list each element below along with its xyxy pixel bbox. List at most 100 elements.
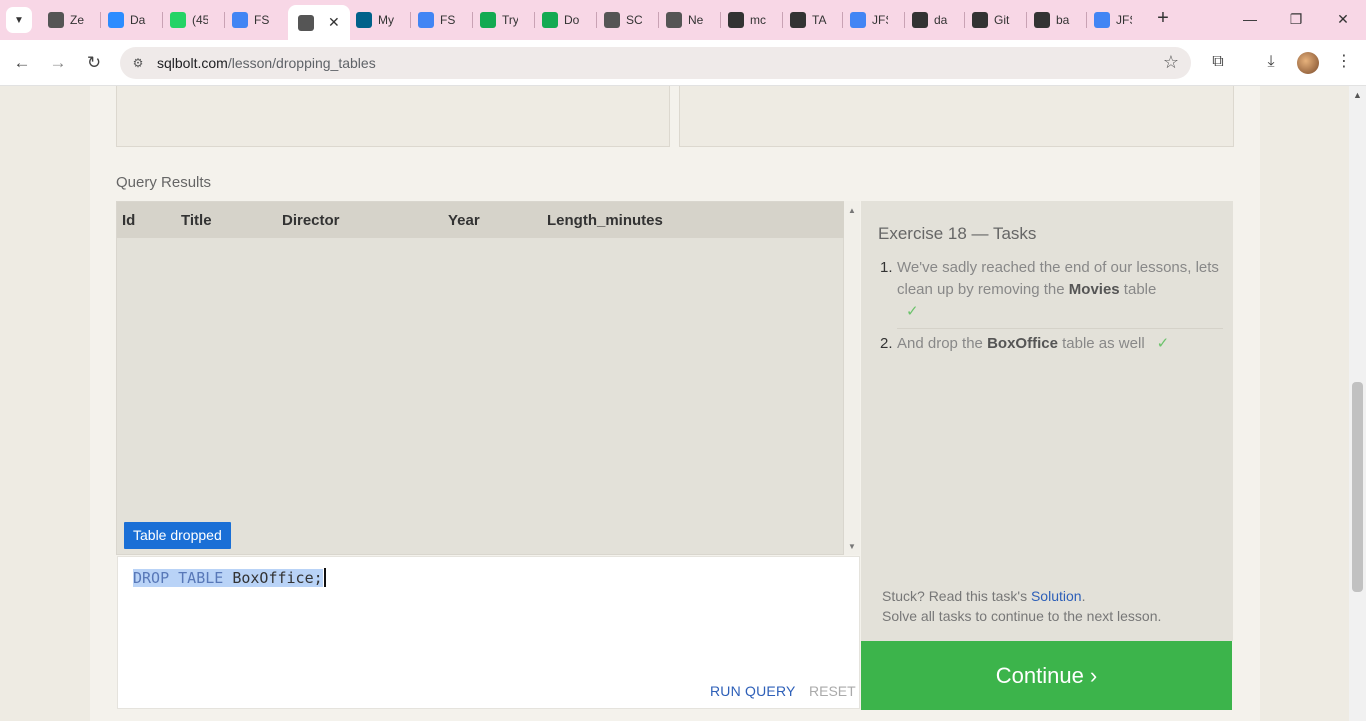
address-bar[interactable]: ⚙ sqlbolt.com/lesson/dropping_tables ☆: [120, 47, 1191, 79]
browser-tab[interactable]: (45: [170, 8, 208, 32]
downloads-button[interactable]: ⤓: [1259, 50, 1283, 74]
results-scrollbar[interactable]: ▲ ▼: [844, 201, 860, 555]
arrow-right-icon: →: [49, 53, 67, 72]
browser-tab[interactable]: FSI: [232, 8, 270, 32]
zoom-icon: [108, 12, 124, 28]
task-text: We've sadly reached the end of our lesso…: [897, 257, 1224, 323]
tab-title: FSI: [440, 13, 456, 27]
browser-tab[interactable]: mc: [728, 8, 766, 32]
url-domain: sqlbolt.com: [157, 55, 228, 71]
restore-button[interactable]: ❐: [1285, 8, 1307, 30]
tab-title: FSI: [254, 13, 270, 27]
whatsapp-icon: [170, 12, 186, 28]
restore-icon: ❐: [1289, 11, 1303, 27]
task-text-pre: We've sadly reached the end of our lesso…: [897, 259, 1219, 298]
browser-tab[interactable]: da: [912, 8, 950, 32]
site-info-icon[interactable]: ⚙: [130, 55, 146, 71]
run-query-button[interactable]: RUN QUERY: [710, 683, 796, 699]
arrow-left-icon: ←: [13, 53, 31, 72]
task-number: 1.: [880, 259, 893, 276]
tab-separator: [1086, 12, 1087, 28]
new-tab-button[interactable]: +: [1152, 8, 1174, 30]
back-button[interactable]: ←: [10, 51, 34, 75]
browser-toolbar: ← → ↻ ⚙ sqlbolt.com/lesson/dropping_tabl…: [0, 40, 1366, 86]
mysql-icon: [356, 12, 372, 28]
profile-avatar[interactable]: [1297, 52, 1319, 74]
tab-title: (45: [192, 13, 208, 27]
scroll-down-icon[interactable]: ▼: [848, 542, 856, 551]
checkmark-icon: ✓: [1156, 335, 1170, 352]
results-table: Id Title Director Year Length_minutes: [116, 201, 844, 555]
browser-tab[interactable]: ✕: [288, 5, 350, 40]
page-scrollbar-thumb[interactable]: [1352, 382, 1363, 592]
mongodb-icon: [542, 12, 558, 28]
close-window-button[interactable]: ✕: [1332, 8, 1354, 30]
minimize-button[interactable]: —: [1239, 8, 1261, 30]
scroll-up-icon[interactable]: ▲: [848, 206, 856, 215]
chevron-down-icon: ▼: [14, 14, 24, 26]
github-icon: [1034, 12, 1050, 28]
reset-button[interactable]: RESET: [809, 683, 856, 699]
menu-button[interactable]: ⋮: [1332, 50, 1356, 74]
docs-icon: [232, 12, 248, 28]
task-text-post: table as well: [1057, 335, 1145, 352]
table-panel-left: [116, 86, 670, 147]
browser-tab[interactable]: SC: [604, 8, 642, 32]
browser-tab[interactable]: Git: [972, 8, 1010, 32]
continue-button[interactable]: Continue ›: [861, 641, 1232, 710]
tab-separator: [842, 12, 843, 28]
docs-icon: [850, 12, 866, 28]
tab-title: Da: [130, 13, 146, 27]
tab-title: Git: [994, 13, 1010, 27]
sql-code[interactable]: DROP TABLE BoxOffice;: [133, 568, 326, 587]
browser-tab[interactable]: JFS: [1094, 8, 1132, 32]
browser-tab[interactable]: Da: [108, 8, 146, 32]
close-tab-icon[interactable]: ✕: [328, 14, 340, 31]
extensions-button[interactable]: ⧉: [1206, 50, 1230, 74]
chrome-icon: [666, 12, 682, 28]
page-scrollbar[interactable]: ▲: [1349, 86, 1366, 721]
browser-tab[interactable]: Ne: [666, 8, 704, 32]
browser-tab[interactable]: FSI: [418, 8, 456, 32]
tab-title: JFS: [1116, 13, 1132, 27]
tab-search-button[interactable]: ▼: [6, 7, 32, 33]
browser-tab[interactable]: ba: [1034, 8, 1072, 32]
tab-separator: [100, 12, 101, 28]
puzzle-icon: ⧉: [1212, 53, 1224, 70]
reload-button[interactable]: ↻: [82, 51, 106, 75]
task-number: 2.: [880, 335, 893, 352]
browser-tab[interactable]: Try: [480, 8, 518, 32]
tasks-title: Exercise 18 — Tasks: [878, 224, 1037, 243]
stuck-pre: Stuck? Read this task's: [882, 588, 1031, 604]
browser-tab[interactable]: My: [356, 8, 394, 32]
download-icon: ⤓: [1267, 53, 1275, 70]
tab-separator: [224, 12, 225, 28]
url-text[interactable]: sqlbolt.com/lesson/dropping_tables: [157, 55, 376, 71]
column-header-director: Director: [282, 212, 340, 229]
task-text: And drop the BoxOffice table as well ✓: [897, 333, 1224, 355]
scroll-up-icon[interactable]: ▲: [1353, 90, 1362, 100]
tab-title: mc: [750, 13, 766, 27]
browser-tab[interactable]: Ze: [48, 8, 86, 32]
github-icon: [972, 12, 988, 28]
tab-title: TA: [812, 13, 827, 27]
column-header-year: Year: [448, 212, 480, 229]
tab-title: JFS: [872, 13, 888, 27]
docs-icon: [418, 12, 434, 28]
sql-identifier: BoxOffice;: [232, 569, 323, 587]
browser-tab[interactable]: TA: [790, 8, 828, 32]
forward-button[interactable]: →: [46, 51, 70, 75]
solution-link[interactable]: Solution: [1031, 588, 1082, 604]
github-icon: [912, 12, 928, 28]
tab-separator: [782, 12, 783, 28]
checkmark-icon: ✓: [906, 303, 919, 320]
browser-tab[interactable]: JFS: [850, 8, 888, 32]
sql-keyword-drop: DROP: [133, 569, 170, 587]
bookmark-star-icon[interactable]: ☆: [1163, 52, 1179, 73]
minimize-icon: —: [1243, 11, 1257, 27]
tab-title: My: [378, 13, 394, 27]
plus-icon: +: [1157, 7, 1169, 29]
github-icon: [790, 12, 806, 28]
browser-tab[interactable]: Do: [542, 8, 580, 32]
tab-separator: [162, 12, 163, 28]
